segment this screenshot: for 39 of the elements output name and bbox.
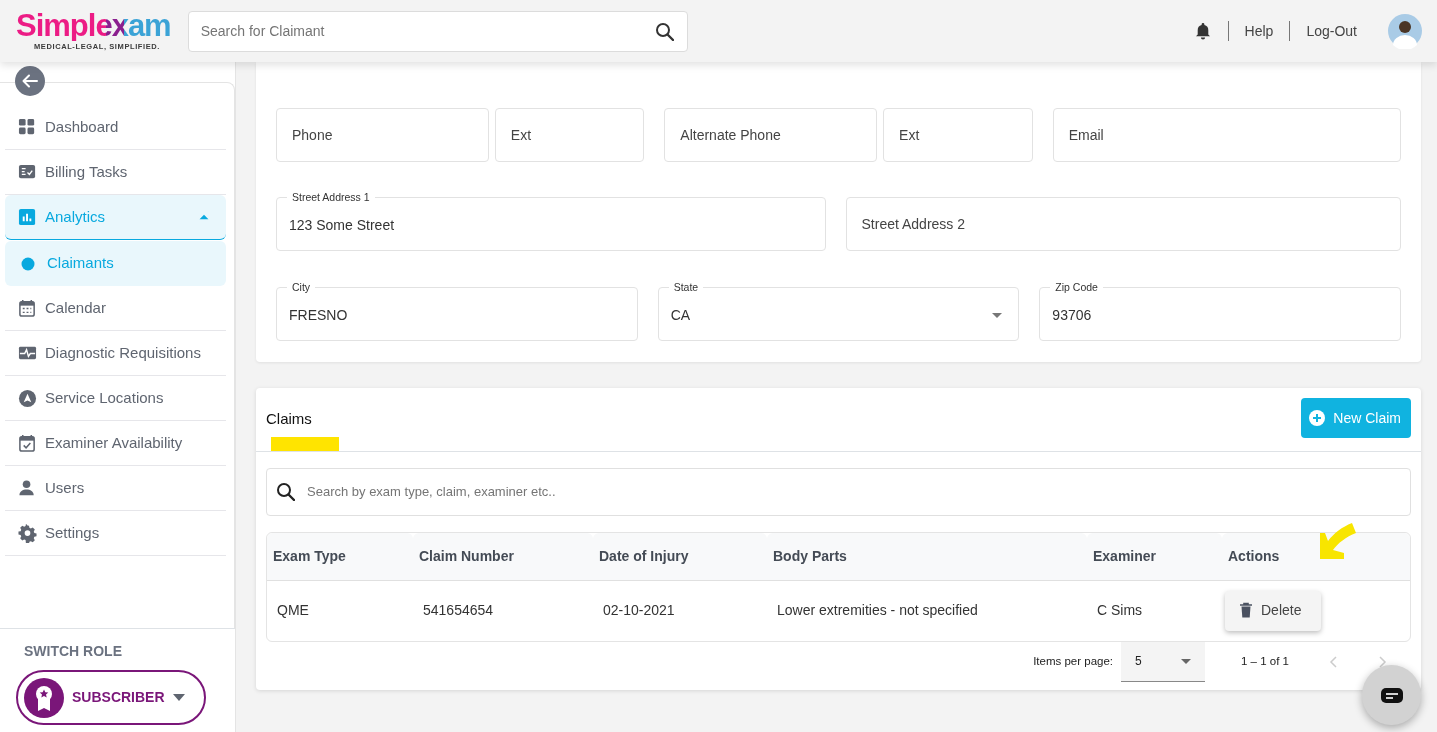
sidebar-item[interactable]: Settings bbox=[5, 511, 226, 556]
input-field[interactable]: Ext bbox=[883, 108, 1033, 162]
role-dropdown[interactable]: SUBSCRIBER bbox=[16, 670, 206, 725]
input-field[interactable]: Zip Code 93706 bbox=[1039, 282, 1401, 341]
sidebar-item[interactable]: Examiner Availability bbox=[5, 421, 226, 466]
column-header: Date of Injury bbox=[593, 532, 767, 581]
sidebar-item[interactable]: Diagnostic Requisitions bbox=[5, 331, 226, 376]
input-field[interactable]: Street Address 1 123 Some Street bbox=[276, 192, 826, 251]
section-title: SWITCH ROLE bbox=[24, 642, 123, 661]
input-field[interactable]: Phone bbox=[276, 108, 489, 162]
search-field[interactable]: Search by exam type, claim, examiner etc.. bbox=[266, 467, 1411, 516]
table-cell-text: C Sims bbox=[1096, 601, 1144, 620]
tab-label[interactable]: Claims bbox=[266, 410, 312, 427]
pagination-label: Items per page: bbox=[1033, 653, 1114, 669]
pagination-range: 1 – 1 of 1 bbox=[1241, 653, 1289, 669]
sidebar-item[interactable]: Service Locations bbox=[5, 376, 226, 421]
input-field[interactable]: City FRESNO bbox=[276, 282, 638, 341]
sidebar-item[interactable]: Dashboard bbox=[5, 105, 226, 150]
input-field[interactable]: Street Address 2 bbox=[845, 197, 1401, 251]
column-header: Examiner bbox=[1087, 532, 1222, 581]
sidebar-item[interactable]: Calendar bbox=[5, 286, 226, 331]
sidebar-item[interactable]: Users bbox=[5, 466, 226, 511]
header-link[interactable]: Log-Out bbox=[1306, 20, 1357, 42]
column-header: Exam Type bbox=[267, 532, 413, 581]
table-cell-text: Lower extremities - not specified bbox=[776, 601, 979, 620]
input-field[interactable]: Email bbox=[1052, 108, 1401, 162]
delete-button[interactable]: Delete bbox=[1225, 590, 1322, 631]
search-field[interactable]: Search for Claimant bbox=[187, 10, 688, 52]
column-header: Actions bbox=[1222, 532, 1410, 581]
table-cell-text: QME bbox=[276, 601, 310, 620]
header-link[interactable]: Help bbox=[1244, 20, 1274, 42]
input-field[interactable]: Alternate Phone bbox=[664, 108, 878, 162]
input-field[interactable]: Ext bbox=[494, 108, 645, 162]
table-cell-text: 02-10-2021 bbox=[602, 601, 676, 620]
table-cell-text: 541654654 bbox=[422, 601, 495, 620]
page-size-select[interactable]: 5 bbox=[1121, 641, 1206, 682]
select-field[interactable]: State CA bbox=[657, 282, 1020, 341]
column-header: Claim Number bbox=[413, 532, 593, 581]
column-header: Body Parts bbox=[767, 532, 1087, 581]
